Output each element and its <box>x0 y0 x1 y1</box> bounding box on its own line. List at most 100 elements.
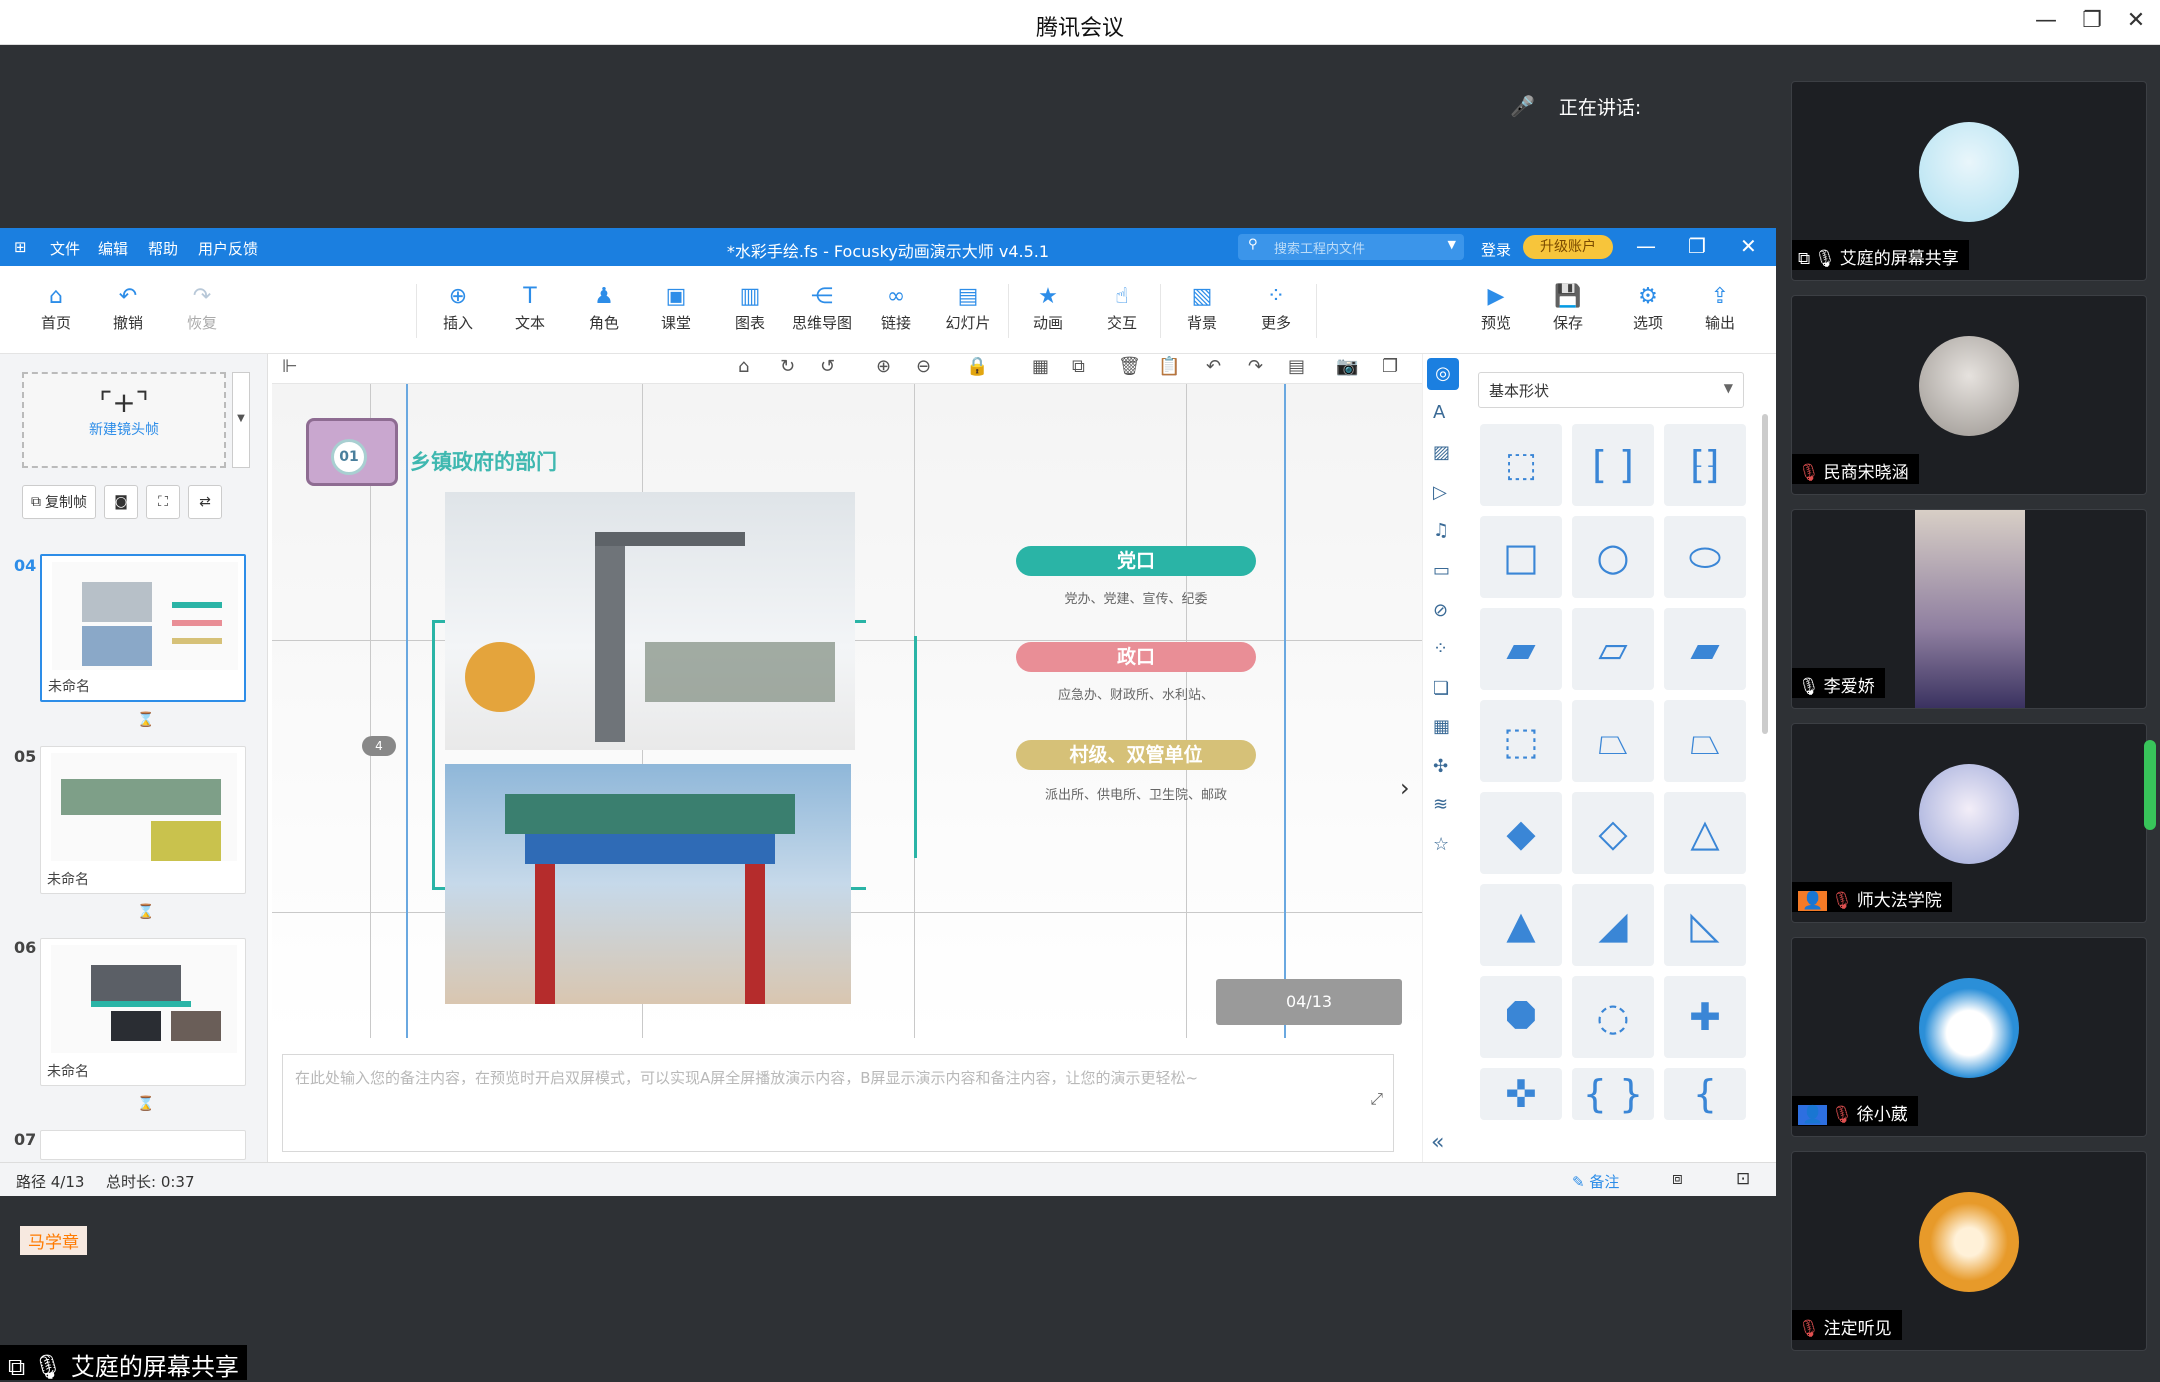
shape-dashed-parallelogram[interactable]: ▱ <box>1572 608 1654 690</box>
text-button[interactable]: T 文本 <box>500 284 560 333</box>
shape-brace[interactable]: { <box>1664 1068 1746 1120</box>
section-title-3[interactable]: 村级、双管单位 <box>1016 740 1256 770</box>
more-button[interactable]: ⁘ 更多 <box>1246 284 1306 333</box>
shape-trapezoid[interactable]: ⏢ <box>1572 700 1654 782</box>
interact-button[interactable]: ☝ 交互 <box>1092 284 1152 333</box>
shape-triangle[interactable]: ▲ <box>1480 884 1562 966</box>
slide-title[interactable]: 乡镇政府的部门 <box>410 446 557 476</box>
participant-tile[interactable]: 🎙 李爱娇 <box>1791 509 2147 709</box>
chevron-down-icon[interactable]: ▼ <box>1448 238 1456 251</box>
shape-dashed-brackets[interactable]: ⁅⁆ <box>1664 424 1746 506</box>
favorite-tool-icon[interactable]: ☆ <box>1433 834 1449 855</box>
collapse-double-icon[interactable]: « <box>1431 1130 1444 1155</box>
section-sub-3[interactable]: 派出所、供电所、卫生院、邮政 <box>1016 784 1256 803</box>
transition-icon[interactable]: ⌛ <box>137 904 154 920</box>
restore-icon[interactable]: ❐ <box>1688 234 1706 258</box>
shape-diamond[interactable]: ◆ <box>1480 792 1562 874</box>
shape-cross[interactable]: ✚ <box>1664 976 1746 1058</box>
shape-dashed-circle[interactable]: ◌ <box>1572 976 1654 1058</box>
delete-icon[interactable]: 🗑 <box>1118 356 1141 377</box>
mindmap-button[interactable]: ⋲ 思维导图 <box>792 284 852 333</box>
close-icon[interactable]: ✕ <box>1740 234 1757 258</box>
shape-dashed-triangle[interactable]: △ <box>1664 792 1746 874</box>
preview-button[interactable]: ▶ 预览 <box>1466 284 1526 333</box>
shapes-scrollbar[interactable] <box>1762 414 1768 734</box>
volume-scrollbar[interactable] <box>2144 740 2156 830</box>
undo-button[interactable]: ↶ 撤销 <box>98 284 158 333</box>
widgets-tool-icon[interactable]: ⁘ <box>1433 638 1448 659</box>
compass-tool-icon[interactable]: ⊘ <box>1433 600 1448 621</box>
camera-button[interactable]: ◙ <box>104 485 138 519</box>
shape-parallelogram-2[interactable]: ▰ <box>1664 608 1746 690</box>
home-view-icon[interactable]: ⌂ <box>738 356 749 377</box>
shape-dashed-trapezoid-2[interactable]: ⏢ <box>1664 700 1746 782</box>
format-painter-icon[interactable]: ⊩ <box>282 356 298 377</box>
shape-ellipse[interactable]: ⬭ <box>1664 516 1746 598</box>
options-button[interactable]: ⚙ 选项 <box>1618 284 1678 333</box>
video-tool-icon[interactable]: ▷ <box>1433 482 1447 503</box>
screen-icon[interactable]: ⧈ <box>1672 1169 1683 1189</box>
shape-dashed-diamond[interactable]: ◇ <box>1572 792 1654 874</box>
shape-braces[interactable]: { } <box>1572 1068 1654 1120</box>
shape-parallelogram[interactable]: ▰ <box>1480 608 1562 690</box>
window-icon[interactable]: ❐ <box>1382 356 1398 377</box>
shape-dashed-cross[interactable]: ✜ <box>1480 1068 1562 1120</box>
login-link[interactable]: 登录 <box>1481 239 1511 260</box>
redo-icon[interactable]: ↷ <box>1248 356 1263 377</box>
shape-circle[interactable]: ○ <box>1572 516 1654 598</box>
shapes-tool-icon[interactable]: ◎ <box>1427 358 1459 390</box>
chart-button[interactable]: ▥ 图表 <box>720 284 780 333</box>
zoom-in-icon[interactable]: ⊕ <box>876 356 891 377</box>
shape-dashed-right-triangle[interactable]: ◺ <box>1664 884 1746 966</box>
formula-tool-icon[interactable]: ▦ <box>1433 716 1450 737</box>
notes-input[interactable]: 在此处输入您的备注内容，在预览时开启双屏模式，可以实现A屏全屏播放演示内容，B屏… <box>282 1054 1394 1152</box>
minimize-icon[interactable]: — <box>1636 234 1656 258</box>
animation-button[interactable]: ★ 动画 <box>1018 284 1078 333</box>
project-search-input[interactable]: 搜索工程内文件 ⚲ ▼ <box>1238 234 1464 260</box>
lock-icon[interactable]: 🔒 <box>966 356 988 377</box>
shape-right-triangle[interactable]: ◢ <box>1572 884 1654 966</box>
slide-thumbnail-07[interactable] <box>40 1130 246 1160</box>
upgrade-button[interactable]: 升级账户 <box>1523 235 1613 259</box>
shape-square[interactable]: □ <box>1480 516 1562 598</box>
zoom-out-icon[interactable]: ⊖ <box>916 356 931 377</box>
layers-icon[interactable]: ⧉ <box>1072 356 1085 377</box>
new-frame-dropdown[interactable]: ▼ <box>232 372 250 468</box>
section-title-2[interactable]: 政口 <box>1016 642 1256 672</box>
transition-icon[interactable]: ⌛ <box>137 712 154 728</box>
section-title-1[interactable]: 党口 <box>1016 546 1256 576</box>
restore-icon[interactable]: ❐ <box>2072 8 2112 33</box>
group-icon[interactable]: ▤ <box>1288 356 1305 377</box>
paste-icon[interactable]: 📋 <box>1158 356 1180 377</box>
screenshot-icon[interactable]: 📷 <box>1336 356 1358 377</box>
new-frame-button[interactable]: ⌜+⌝ 新建镜头帧 <box>22 372 226 468</box>
slide-thumbnail-04[interactable]: 未命名 <box>40 554 246 702</box>
shape-dashed-rect[interactable]: ⬚ <box>1480 424 1562 506</box>
transition-icon[interactable]: ⌛ <box>137 1096 154 1112</box>
swap-frame-button[interactable]: ⇄ <box>188 485 222 519</box>
minimize-icon[interactable]: — <box>2026 8 2066 33</box>
image-tool-icon[interactable]: ▨ <box>1433 442 1450 463</box>
close-icon[interactable]: ✕ <box>2116 8 2156 33</box>
slide-button[interactable]: ▤ 幻灯片 <box>938 284 998 333</box>
save-button[interactable]: 💾 保存 <box>1538 284 1598 333</box>
participant-tile[interactable]: 👤 🎙 徐小葳 <box>1791 937 2147 1137</box>
redo-button[interactable]: ↷ 恢复 <box>172 284 232 333</box>
photo-archway[interactable] <box>445 764 851 1004</box>
home-button[interactable]: ⌂ 首页 <box>26 284 86 333</box>
fit-frame-button[interactable]: ⛶ <box>146 485 180 519</box>
class-button[interactable]: ▣ 课堂 <box>646 284 706 333</box>
participant-tile[interactable]: 👤 🎙 师大法学院 <box>1791 723 2147 923</box>
background-button[interactable]: ▧ 背景 <box>1172 284 1232 333</box>
participant-tile[interactable]: ⧉ 🎙 艾庭的屏幕共享 <box>1791 81 2147 281</box>
insert-button[interactable]: ⊕ 插入 <box>428 284 488 333</box>
slide-thumbnail-05[interactable]: 未命名 <box>40 746 246 894</box>
shape-brackets[interactable]: [ ] <box>1572 424 1654 506</box>
grid-icon[interactable]: ▦ <box>1032 356 1049 377</box>
photo-snowy-gate[interactable] <box>445 492 855 750</box>
shape-dashed-trapezoid[interactable]: ⬚ <box>1480 700 1562 782</box>
role-button[interactable]: ♟ 角色 <box>574 284 634 333</box>
link-button[interactable]: ∞ 链接 <box>866 284 926 333</box>
slide-thumbnail-06[interactable]: 未命名 <box>40 938 246 1086</box>
rotate-ccw-icon[interactable]: ↺ <box>820 356 835 377</box>
